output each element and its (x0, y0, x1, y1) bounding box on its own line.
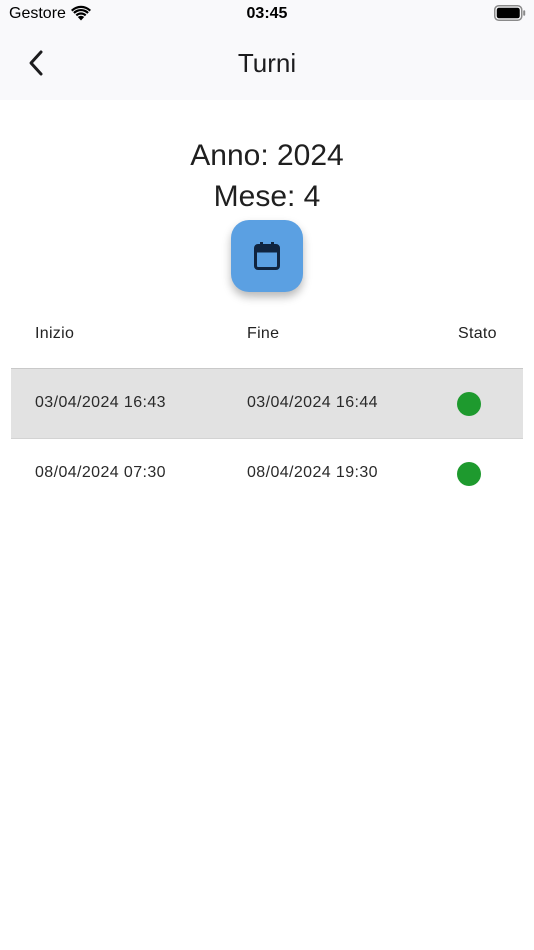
row-start-time: 08/04/2024 07:30 (35, 464, 166, 481)
select-month-button[interactable] (231, 220, 303, 292)
row-start-time: 03/04/2024 16:43 (35, 394, 166, 411)
column-header-start: Inizio (35, 325, 75, 342)
table-header: Inizio Fine Stato (11, 300, 523, 369)
month-label: Mese: 4 (213, 180, 321, 213)
row-end-time: 03/04/2024 16:44 (247, 394, 378, 411)
navigation-bar: Turni (0, 28, 534, 100)
calendar-icon (254, 242, 280, 270)
status-dot (457, 392, 481, 416)
status-bar: Gestore 03:45 (0, 0, 534, 28)
table-row[interactable]: 08/04/2024 07:30 08/04/2024 19:30 (11, 439, 523, 508)
shifts-table: Inizio Fine Stato 03/04/2024 16:43 03/04… (11, 300, 523, 508)
battery-icon (494, 5, 526, 21)
clock: 03:45 (246, 5, 288, 22)
column-header-end: Fine (247, 325, 280, 342)
column-header-status: Stato (458, 325, 497, 342)
year-label: Anno: 2024 (190, 139, 344, 172)
row-end-time: 08/04/2024 19:30 (247, 464, 378, 481)
table-row[interactable]: 03/04/2024 16:43 03/04/2024 16:44 (11, 369, 523, 439)
page-title: Turni (237, 48, 297, 78)
status-dot (457, 462, 481, 486)
screen: Gestore 03:45 Turni Anno: 2024 Mese: 4 I… (0, 0, 534, 950)
